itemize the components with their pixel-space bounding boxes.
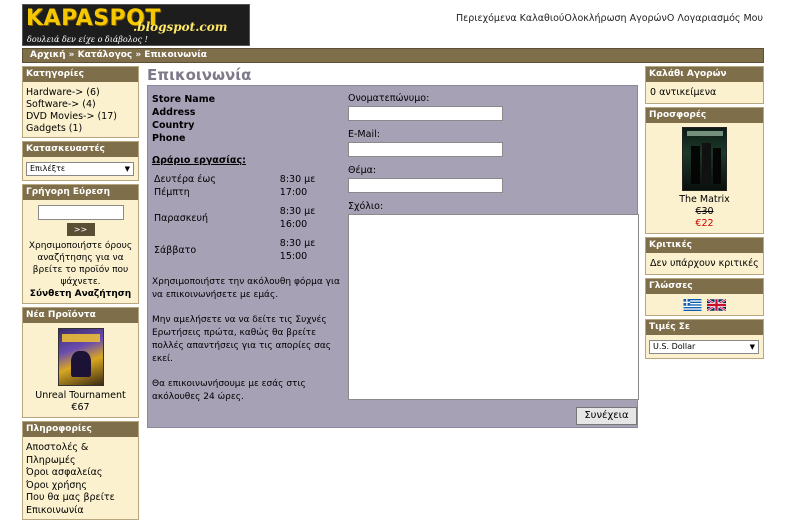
reviews-text: Δεν υπάρχουν κριτικές [650, 258, 759, 269]
chevron-down-icon: ▼ [749, 342, 755, 351]
special-old-price: €30 [695, 206, 714, 217]
name-field[interactable] [348, 106, 503, 121]
cart-count[interactable]: 0 αντικείμενα [646, 82, 763, 103]
reviews-title: Κριτικές [646, 238, 763, 253]
info-link[interactable]: Όροι χρήσης [26, 480, 135, 493]
information-title: Πληροφορίες [23, 422, 138, 437]
logo-sub-text: .blogspot.com [133, 20, 228, 34]
search-help-text: Χρησιμοποιήστε όρους αναζήτησης για να β… [28, 241, 133, 287]
name-label: Ονοματεπώνυμο: [348, 93, 430, 104]
product-image-the-matrix[interactable] [682, 127, 727, 191]
product-image-unreal-tournament[interactable] [57, 328, 104, 386]
search-button[interactable]: >> [66, 223, 95, 236]
currency-box: Τιμές Σε U.S. Dollar ▼ [645, 318, 764, 359]
subject-label: Θέμα: [348, 165, 377, 176]
quick-search-title: Γρήγορη Εύρεση [23, 185, 138, 200]
page-title: Επικοινωνία [147, 66, 252, 84]
specials-box: Προσφορές The Matrix €30 €22 [645, 107, 764, 234]
category-link[interactable]: Software-> (4) [26, 99, 135, 111]
store-address: Address [152, 107, 196, 118]
hours-time: 8:30 με 15:00 [279, 238, 316, 262]
special-new-price: €22 [695, 218, 714, 229]
categories-title: Κατηγορίες [23, 67, 138, 82]
contact-form: Ονοματεπώνυμο: E-Mail: Θέμα: Σχόλιο: [348, 93, 639, 400]
comment-label: Σχόλιο: [348, 201, 384, 212]
right-column: Καλάθι Αγορών 0 αντικείμενα Προσφορές Th… [645, 66, 764, 362]
greek-flag-icon[interactable] [683, 299, 702, 311]
manufacturer-select[interactable]: Επιλέξτε ▼ [26, 162, 134, 176]
search-input[interactable] [37, 205, 124, 220]
new-product-name[interactable]: Unreal Tournament [26, 390, 135, 402]
contact-message: Χρησιμοποιήστε την ακόλουθη φόρμα για να… [152, 276, 342, 404]
manufacturers-box: Κατασκευαστές Επιλέξτε ▼ [22, 141, 139, 181]
hours-row: Δευτέρα έως Πέμπτη 8:30 με 17:00 [152, 170, 342, 202]
advanced-search-link[interactable]: Σύνθετη Αναζήτηση [26, 288, 135, 300]
store-phone: Phone [152, 133, 186, 144]
info-link[interactable]: Όροι ασφαλείας [26, 467, 135, 480]
languages-box: Γλώσσες [645, 278, 764, 316]
comment-textarea[interactable] [348, 214, 639, 400]
info-link[interactable]: Αποστολές & Πληρωμές [26, 442, 135, 467]
hours-row: Σάββατο 8:30 με 15:00 [152, 234, 342, 266]
hours-row: Παρασκευή 8:30 με 16:00 [152, 202, 342, 234]
languages-title: Γλώσσες [646, 279, 763, 294]
new-product-price: €67 [71, 402, 90, 413]
store-info: Store Name Address Country Phone Ωράριο … [152, 93, 342, 416]
currency-select[interactable]: U.S. Dollar ▼ [649, 339, 759, 354]
subject-field[interactable] [348, 178, 503, 193]
hours-table: Δευτέρα έως Πέμπτη 8:30 με 17:00 Παρασκευ… [152, 170, 342, 266]
info-link[interactable]: Που θα μας βρείτε [26, 492, 135, 505]
message-paragraph: Μην αμελήσετε να να δείτε τις Συχνές Ερω… [152, 315, 332, 364]
hours-title: Ωράριο εργασίας: [152, 155, 246, 166]
category-link[interactable]: Hardware-> (6) [26, 87, 135, 99]
currency-select-value: U.S. Dollar [653, 341, 696, 351]
manufacturers-title: Κατασκευαστές [23, 142, 138, 157]
specials-title: Προσφορές [646, 108, 763, 123]
submit-button[interactable]: Συνέχεια [576, 407, 637, 425]
new-products-box: Νέα Προϊόντα Unreal Tournament €67 [22, 307, 139, 418]
manufacturer-select-value: Επιλέξτε [30, 164, 66, 173]
hours-day: Δευτέρα έως Πέμπτη [154, 174, 216, 198]
message-paragraph: Θα επικοινωνήσουμε με εσάς στις ακόλουθε… [152, 379, 306, 402]
information-box: Πληροφορίες Αποστολές & Πληρωμές Όροι ασ… [22, 421, 139, 520]
currency-title: Τιμές Σε [646, 319, 763, 335]
hours-time: 8:30 με 16:00 [279, 206, 316, 230]
cart-title: Καλάθι Αγορών [646, 67, 763, 82]
logo-tagline: δουλειά δεν είχε ο διάβολος ! [27, 35, 148, 44]
left-column: Κατηγορίες Hardware-> (6) Software-> (4)… [22, 66, 139, 521]
header-nav-links[interactable]: Περιεχόμενα ΚαλαθιούΟλοκλήρωση ΑγορώνΟ Λ… [456, 13, 763, 24]
cart-box: Καλάθι Αγορών 0 αντικείμενα [645, 66, 764, 104]
contact-panel: Store Name Address Country Phone Ωράριο … [147, 85, 639, 428]
category-link[interactable]: DVD Movies-> (17) [26, 111, 135, 123]
hours-day: Σάββατο [154, 244, 197, 256]
email-label: E-Mail: [348, 129, 380, 140]
categories-box: Κατηγορίες Hardware-> (6) Software-> (4)… [22, 66, 139, 138]
new-products-title: Νέα Προϊόντα [23, 308, 138, 323]
quick-search-box: Γρήγορη Εύρεση >> Χρησιμοποιήστε όρους α… [22, 184, 139, 304]
chevron-down-icon: ▼ [124, 165, 130, 173]
category-link[interactable]: Gadgets (1) [26, 123, 135, 135]
uk-flag-icon[interactable] [707, 299, 727, 311]
message-paragraph: Χρησιμοποιήστε την ακόλουθη φόρμα για να… [152, 277, 340, 300]
store-name: Store Name [152, 94, 216, 105]
reviews-box: Κριτικές Δεν υπάρχουν κριτικές [645, 237, 764, 275]
email-field[interactable] [348, 142, 503, 157]
breadcrumb[interactable]: Αρχική » Κατάλογος » Επικοινωνία [22, 48, 764, 63]
site-logo[interactable]: KAPASPOT .blogspot.com δουλειά δεν είχε … [22, 4, 250, 46]
hours-time: 8:30 με 17:00 [279, 174, 316, 198]
hours-day: Παρασκευή [154, 212, 208, 224]
info-link[interactable]: Επικοινωνία [26, 505, 135, 518]
store-country: Country [152, 120, 195, 131]
special-product-name[interactable]: The Matrix [649, 194, 760, 206]
